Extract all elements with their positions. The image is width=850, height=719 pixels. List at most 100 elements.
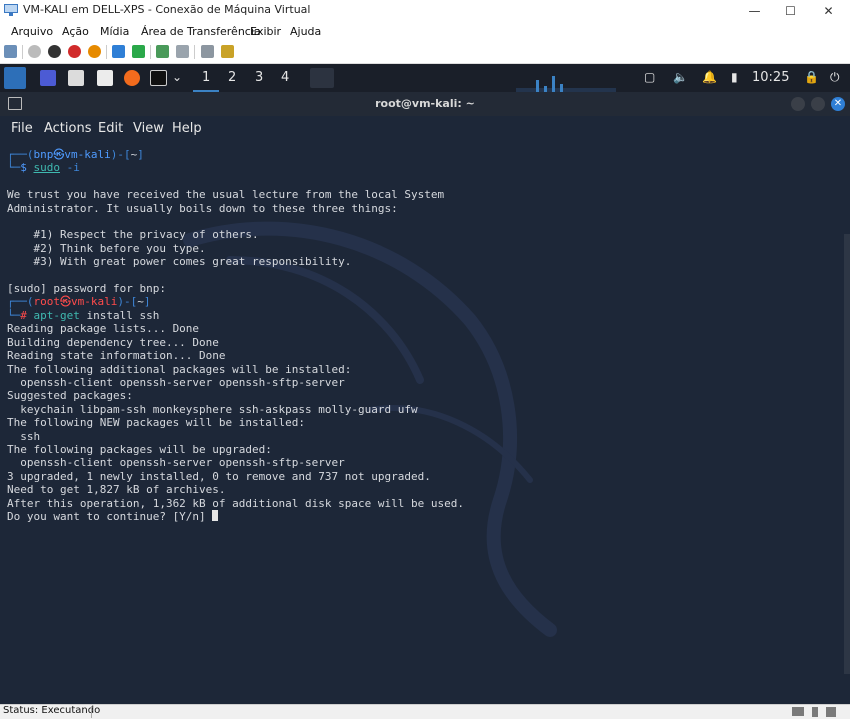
lecture-rule: #3) With great power comes great respons…: [7, 255, 352, 269]
output-line: keychain libpam-ssh monkeysphere ssh-ask…: [7, 402, 418, 416]
pause-icon[interactable]: [112, 45, 125, 58]
power-icon[interactable]: ⏻: [830, 70, 844, 84]
turn-off-icon[interactable]: [48, 45, 61, 58]
volume-icon[interactable]: 🔈: [673, 70, 688, 84]
menu-midia[interactable]: Mídia: [100, 25, 129, 38]
status-divider: [91, 706, 92, 718]
revert-icon[interactable]: [176, 45, 189, 58]
output-line: openssh-client openssh-server openssh-sf…: [7, 456, 345, 470]
terminal-menu-edit[interactable]: Edit: [98, 121, 123, 136]
command-apt-get: apt-get: [33, 308, 80, 322]
terminal-text: ┌──(bnp㉿vm-kali)-[~] └─$ sudo -i We trus…: [7, 148, 464, 523]
lecture-line: We trust you have received the usual lec…: [7, 188, 445, 202]
vm-connection-icon: [4, 4, 18, 16]
text-editor-icon[interactable]: [97, 70, 113, 86]
prompt-user: bnp: [33, 148, 54, 161]
prompt-root-dir: ~: [137, 295, 144, 309]
kali-top-panel: ⌄ 1 2 3 4 ▢ 🔈 🔔 ▮ 10:25 🔒 ⏻: [0, 64, 850, 92]
show-desktop-icon[interactable]: [40, 70, 56, 86]
prompt-root-host: vm-kali: [71, 295, 118, 309]
kali-menu-icon[interactable]: [4, 67, 26, 89]
output-line: Reading state information... Done: [7, 349, 226, 363]
close-button[interactable]: ✕: [810, 0, 847, 22]
menu-acao[interactable]: Ação: [62, 25, 89, 38]
output-line: 3 upgraded, 1 newly installed, 0 to remo…: [7, 469, 431, 483]
terminal-menu-view[interactable]: View: [133, 121, 164, 136]
terminal-minimize-button[interactable]: [791, 97, 805, 111]
lecture-line: Administrator. It usually boils down to …: [7, 201, 398, 215]
clock[interactable]: 10:25: [752, 70, 789, 85]
workspace-1[interactable]: 1: [202, 70, 210, 85]
terminal-menu-help[interactable]: Help: [172, 121, 202, 136]
sudo-password-prompt: [sudo] password for bnp:: [7, 282, 166, 296]
firefox-icon[interactable]: [124, 70, 140, 86]
start-icon[interactable]: [28, 45, 41, 58]
terminal-maximize-button[interactable]: [811, 97, 825, 111]
output-line: Reading package lists... Done: [7, 322, 200, 336]
continue-question: Do you want to continue? [Y/n]: [7, 509, 213, 523]
lecture-rule: #2) Think before you type.: [7, 241, 206, 255]
host-status-bar: Status: Executando: [0, 704, 850, 719]
taskbar-terminal-item[interactable]: [310, 68, 334, 88]
checkpoint-icon[interactable]: [156, 45, 169, 58]
terminal-close-button[interactable]: ✕: [831, 97, 845, 111]
minimize-button[interactable]: —: [736, 0, 773, 22]
lock-status-icon: [826, 707, 836, 717]
workspace-4[interactable]: 4: [281, 70, 289, 85]
output-line: Need to get 1,827 kB of archives.: [7, 483, 226, 497]
output-line: Suggested packages:: [7, 389, 133, 403]
terminal-menu-actions[interactable]: Actions: [44, 121, 92, 136]
text-cursor: [212, 509, 219, 521]
toolbar-separator: [22, 45, 23, 59]
lecture-rule: #1) Respect the privacy of others.: [7, 228, 259, 242]
vm-display[interactable]: ⌄ 1 2 3 4 ▢ 🔈 🔔 ▮ 10:25 🔒 ⏻ root@vm-kali…: [0, 64, 850, 704]
file-manager-icon[interactable]: [68, 70, 84, 86]
prompt-root-user: root: [33, 295, 61, 309]
cpu-graph-icon: [516, 76, 616, 92]
battery-icon[interactable]: ▮: [731, 70, 745, 84]
share-icon[interactable]: [221, 45, 234, 58]
maximize-button[interactable]: ☐: [772, 0, 809, 22]
terminal-menu-file[interactable]: File: [11, 121, 33, 136]
workspace-3[interactable]: 3: [255, 70, 263, 85]
terminal-scrollbar[interactable]: [844, 234, 850, 674]
workspace-2[interactable]: 2: [228, 70, 236, 85]
ctrl-alt-del-icon[interactable]: [4, 45, 17, 58]
menu-area-transferencia[interactable]: Área de Transferência: [141, 25, 261, 38]
window-title: VM-KALI em DELL-XPS - Conexão de Máquina…: [23, 3, 311, 16]
terminal-title: root@vm-kali: ~: [375, 97, 475, 110]
menu-ajuda[interactable]: Ajuda: [290, 25, 321, 38]
toolbar-separator: [150, 45, 151, 59]
enhanced-session-icon[interactable]: [201, 45, 214, 58]
notification-bell-icon[interactable]: 🔔: [702, 70, 717, 84]
toolbar-separator: [106, 45, 107, 59]
toolbar-separator: [194, 45, 195, 59]
chevron-down-icon[interactable]: ⌄: [172, 70, 186, 84]
menu-arquivo[interactable]: Arquivo: [11, 25, 53, 38]
output-line: openssh-client openssh-server openssh-sf…: [7, 375, 345, 389]
lock-icon[interactable]: 🔒: [804, 70, 819, 84]
terminal-launcher-icon[interactable]: [150, 70, 167, 86]
output-line: Building dependency tree... Done: [7, 335, 219, 349]
command-apt-args: install ssh: [86, 308, 160, 322]
terminal-menu-bar: File Actions Edit View Help: [0, 116, 850, 140]
usb-icon: [812, 707, 818, 717]
terminal-title-bar[interactable]: root@vm-kali: ~ ✕: [0, 92, 850, 116]
status-text: Status: Executando: [3, 705, 101, 716]
menu-exibir[interactable]: Exibir: [250, 25, 281, 38]
save-state-icon[interactable]: [88, 45, 101, 58]
display-icon[interactable]: ▢: [644, 70, 658, 84]
output-line: The following NEW packages will be insta…: [7, 416, 306, 430]
output-line: The following additional packages will b…: [7, 362, 352, 376]
shutdown-icon[interactable]: [68, 45, 81, 58]
output-line: ssh: [7, 429, 41, 443]
host-menu-bar: Arquivo Ação Mídia Área de Transferência…: [0, 22, 850, 41]
output-line: After this operation, 1,362 kB of additi…: [7, 496, 464, 510]
resume-icon[interactable]: [132, 45, 145, 58]
prompt-host: vm-kali: [64, 148, 111, 161]
host-toolbar: [0, 41, 850, 64]
terminal-output[interactable]: ┌──(bnp㉿vm-kali)-[~] └─$ sudo -i We trus…: [0, 140, 850, 704]
host-title-bar: VM-KALI em DELL-XPS - Conexão de Máquina…: [0, 0, 850, 22]
command-sudo: sudo: [33, 161, 61, 175]
keyboard-icon: [792, 707, 804, 716]
